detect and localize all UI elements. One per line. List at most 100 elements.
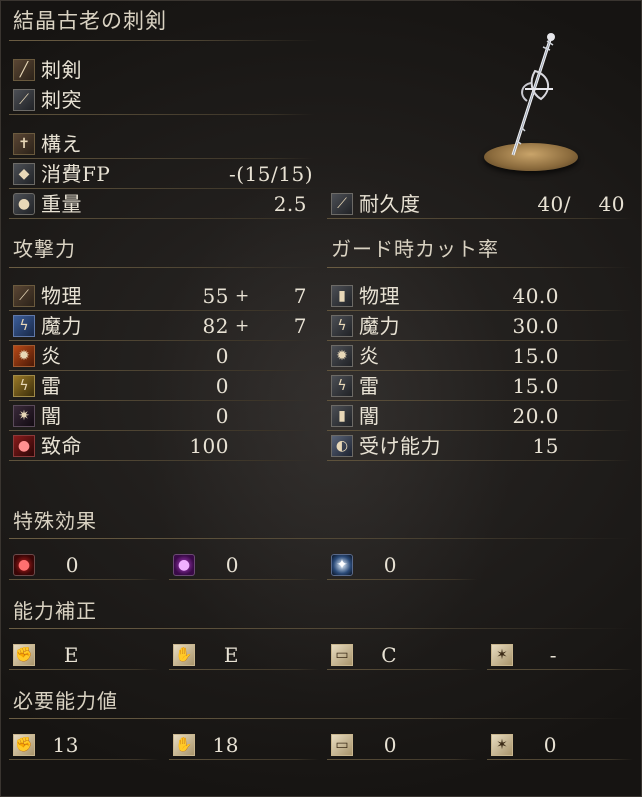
row-divider bbox=[327, 400, 632, 401]
row-divider bbox=[327, 340, 632, 341]
strength-icon: ✊ bbox=[13, 734, 35, 756]
guard-fire-value: 15.0 bbox=[512, 344, 559, 368]
item-title: 結晶古老の刺剣 bbox=[13, 9, 167, 33]
attack-physical-bonus: 7 bbox=[293, 284, 307, 308]
requirements-heading: 必要能力値 bbox=[13, 689, 118, 713]
cell-divider bbox=[169, 759, 319, 760]
guard-fire-icon: ✹ bbox=[331, 345, 353, 367]
req-strength-value: 13 bbox=[52, 733, 79, 757]
row-divider bbox=[9, 460, 314, 461]
faith-icon: ✶ bbox=[491, 644, 513, 666]
guard-physical-label: 物理 bbox=[359, 284, 400, 308]
special-effects-heading: 特殊効果 bbox=[13, 509, 97, 533]
scaling-strength-value: E bbox=[63, 643, 79, 667]
attack-fire-label: 炎 bbox=[41, 344, 62, 368]
attack-heading: 攻撃力 bbox=[13, 237, 76, 261]
req-intelligence-value: 0 bbox=[383, 733, 397, 757]
scaling-intelligence-value: C bbox=[381, 643, 397, 667]
cell-divider bbox=[169, 669, 319, 670]
lightning-icon: ϟ bbox=[13, 375, 35, 397]
guard-physical-value: 40.0 bbox=[512, 284, 559, 308]
frost-value: 0 bbox=[383, 553, 397, 577]
dexterity-icon: ✋ bbox=[173, 734, 195, 756]
frost-icon: ✦ bbox=[331, 554, 353, 576]
attack-type-icon: ⟋ bbox=[13, 89, 35, 111]
intelligence-icon: ▭ bbox=[331, 644, 353, 666]
title-divider bbox=[9, 40, 319, 41]
cell-divider bbox=[487, 669, 633, 670]
attack-critical-label: 致命 bbox=[41, 434, 82, 458]
durability-icon: ⟋ bbox=[331, 193, 353, 215]
attack-dark-value: 0 bbox=[215, 404, 229, 428]
bleed-value: 0 bbox=[65, 553, 79, 577]
skill-label: 構え bbox=[41, 132, 82, 156]
fire-icon: ✹ bbox=[13, 345, 35, 367]
magic-icon: ϟ bbox=[13, 315, 35, 337]
weight-icon: ● bbox=[13, 193, 35, 215]
weapon-type-icon: ╱ bbox=[13, 59, 35, 81]
scaling-divider bbox=[9, 628, 634, 629]
attack-magic-bonus: 7 bbox=[293, 314, 307, 338]
cell-divider bbox=[9, 669, 159, 670]
guard-dark-label: 闇 bbox=[359, 404, 380, 428]
strength-icon: ✊ bbox=[13, 644, 35, 666]
cell-divider bbox=[487, 759, 633, 760]
req-faith-value: 0 bbox=[543, 733, 557, 757]
guard-dark-value: 20.0 bbox=[512, 404, 559, 428]
guard-magic-value: 30.0 bbox=[512, 314, 559, 338]
weight-label: 重量 bbox=[41, 192, 82, 216]
guard-lightning-label: 雷 bbox=[359, 374, 380, 398]
row-divider bbox=[9, 400, 314, 401]
fp-divider bbox=[9, 188, 314, 189]
durability-divider bbox=[327, 218, 632, 219]
skill-icon: ✝ bbox=[13, 133, 35, 155]
attack-type-label: 刺突 bbox=[41, 88, 82, 112]
intelligence-icon: ▭ bbox=[331, 734, 353, 756]
guard-stability-value: 15 bbox=[532, 434, 559, 458]
fp-icon: ◆ bbox=[13, 163, 35, 185]
dexterity-icon: ✋ bbox=[173, 644, 195, 666]
row-divider bbox=[327, 460, 632, 461]
attack-fire-value: 0 bbox=[215, 344, 229, 368]
cell-divider bbox=[9, 579, 159, 580]
attack-heading-divider bbox=[9, 267, 319, 268]
attack-magic-plus: + bbox=[235, 316, 250, 336]
cell-divider bbox=[9, 759, 159, 760]
row-divider bbox=[9, 310, 314, 311]
guard-heading-divider bbox=[327, 267, 632, 268]
cell-divider bbox=[327, 579, 477, 580]
guard-stability-label: 受け能力 bbox=[359, 434, 441, 458]
fp-label: 消費FP bbox=[41, 162, 111, 186]
guard-dark-icon: ▮ bbox=[331, 405, 353, 427]
dark-icon: ✷ bbox=[13, 405, 35, 427]
durability-label: 耐久度 bbox=[359, 192, 421, 216]
attack-physical-base: 55 bbox=[202, 284, 229, 308]
guard-fire-label: 炎 bbox=[359, 344, 380, 368]
attack-physical-label: 物理 bbox=[41, 284, 82, 308]
attack-magic-base: 82 bbox=[202, 314, 229, 338]
poison-icon: ● bbox=[173, 554, 195, 576]
weight-divider bbox=[9, 218, 314, 219]
guard-physical-icon: ▮ bbox=[331, 285, 353, 307]
scaling-heading: 能力補正 bbox=[13, 599, 97, 623]
cell-divider bbox=[327, 669, 477, 670]
durability-max: 40 bbox=[598, 192, 625, 216]
rapier-icon bbox=[511, 33, 555, 156]
attack-physical-plus: + bbox=[235, 286, 250, 306]
scaling-dexterity-value: E bbox=[223, 643, 239, 667]
row-divider bbox=[327, 370, 632, 371]
faith-icon: ✶ bbox=[491, 734, 513, 756]
durability-current: 40/ bbox=[537, 192, 571, 216]
guard-lightning-icon: ϟ bbox=[331, 375, 353, 397]
guard-magic-label: 魔力 bbox=[359, 314, 400, 338]
attack-lightning-label: 雷 bbox=[41, 374, 62, 398]
attack-lightning-value: 0 bbox=[215, 374, 229, 398]
row-divider bbox=[327, 430, 632, 431]
poison-value: 0 bbox=[225, 553, 239, 577]
weight-value: 2.5 bbox=[273, 192, 307, 216]
guard-heading: ガード時カット率 bbox=[331, 237, 499, 261]
fp-value: -(15/15) bbox=[229, 162, 313, 186]
guard-magic-icon: ϟ bbox=[331, 315, 353, 337]
item-stats-panel: 結晶古老の刺剣 ╱ 刺剣 ⟋ 刺突 ✝ 構え ◆ 消費FP -(15/15) ●… bbox=[0, 0, 642, 797]
cell-divider bbox=[327, 759, 477, 760]
